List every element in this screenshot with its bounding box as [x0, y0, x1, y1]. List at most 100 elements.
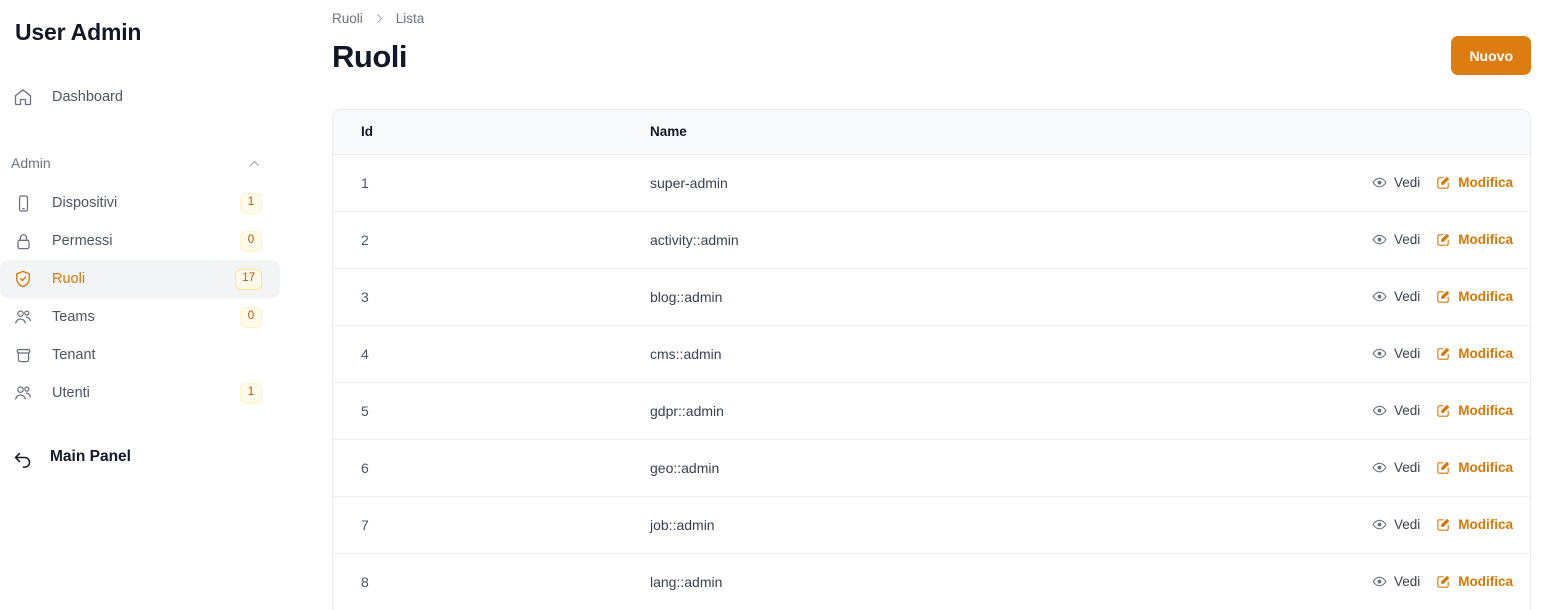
cell-actions: Vedi Modifica [1290, 154, 1530, 212]
view-action[interactable]: Vedi [1372, 232, 1420, 247]
breadcrumb-item-lista[interactable]: Lista [396, 11, 425, 26]
sidebar-section-admin[interactable]: Admin [0, 146, 280, 180]
cell-name: job::admin [650, 496, 1290, 554]
pencil-square-icon [1436, 403, 1451, 418]
edit-action[interactable]: Modifica [1436, 175, 1513, 190]
view-action[interactable]: Vedi [1372, 574, 1420, 589]
eye-icon [1372, 403, 1387, 418]
view-label: Vedi [1393, 574, 1421, 589]
row-actions: Vedi Modifica [1290, 346, 1513, 361]
view-label: Vedi [1393, 175, 1421, 190]
pencil-square-icon [1436, 346, 1451, 361]
cell-name: blog::admin [650, 268, 1290, 326]
table-row[interactable]: 3 blog::admin Vedi Modifica [333, 268, 1530, 326]
edit-action[interactable]: Modifica [1436, 574, 1513, 589]
cell-id: 5 [333, 382, 650, 440]
roles-table-card: Id Name 1 super-admin Vedi Modifica 2 ac… [332, 109, 1531, 610]
arrow-uturn-left-icon [11, 446, 33, 468]
edit-action[interactable]: Modifica [1436, 232, 1513, 247]
edit-action[interactable]: Modifica [1436, 460, 1513, 475]
view-action[interactable]: Vedi [1372, 517, 1420, 532]
cell-id: 6 [333, 439, 650, 497]
cell-name: super-admin [650, 154, 1290, 212]
edit-action[interactable]: Modifica [1436, 289, 1513, 304]
cell-name: gdpr::admin [650, 382, 1290, 440]
table-row[interactable]: 4 cms::admin Vedi Modifica [333, 325, 1530, 383]
table-row[interactable]: 8 lang::admin Vedi Modifica [333, 553, 1530, 610]
table-row[interactable]: 1 super-admin Vedi Modifica [333, 154, 1530, 212]
sidebar-item-badge: 0 [240, 306, 262, 328]
sidebar-item-dispositivi[interactable]: Dispositivi 1 [0, 184, 280, 222]
sidebar-item-label: Permessi [52, 233, 113, 249]
edit-action[interactable]: Modifica [1436, 403, 1513, 418]
app-brand-title: User Admin [15, 19, 142, 45]
sidebar-item-utenti[interactable]: Utenti 1 [0, 374, 280, 412]
cell-id: 1 [333, 154, 650, 212]
roles-table: Id Name 1 super-admin Vedi Modifica 2 ac… [333, 110, 1530, 610]
cell-name: lang::admin [650, 553, 1290, 610]
main-content: Ruoli Lista Ruoli Nuovo Id Name 1 super-… [332, 0, 1547, 610]
pencil-square-icon [1436, 517, 1451, 532]
edit-label: Modifica [1458, 574, 1513, 589]
view-label: Vedi [1393, 403, 1421, 418]
table-row[interactable]: 6 geo::admin Vedi Modifica [333, 439, 1530, 497]
sidebar-item-badge: 1 [240, 192, 262, 214]
sidebar-item-badge: 1 [240, 382, 262, 404]
main-panel-link[interactable]: Main Panel [0, 446, 332, 468]
view-label: Vedi [1393, 232, 1421, 247]
edit-label: Modifica [1458, 517, 1513, 532]
cell-actions: Vedi Modifica [1290, 382, 1530, 440]
sidebar-item-dashboard[interactable]: Dashboard [0, 78, 280, 116]
edit-label: Modifica [1458, 403, 1513, 418]
sidebar-item-permessi[interactable]: Permessi 0 [0, 222, 280, 260]
edit-label: Modifica [1458, 346, 1513, 361]
edit-action[interactable]: Modifica [1436, 517, 1513, 532]
archive-box-icon [11, 343, 35, 367]
edit-label: Modifica [1458, 232, 1513, 247]
view-label: Vedi [1393, 289, 1421, 304]
sidebar-top-nav: Dashboard [0, 78, 332, 116]
view-label: Vedi [1393, 517, 1421, 532]
sidebar-item-ruoli[interactable]: Ruoli 17 [0, 260, 280, 298]
view-action[interactable]: Vedi [1372, 346, 1420, 361]
home-icon [11, 85, 35, 109]
nuovo-button[interactable]: Nuovo [1451, 36, 1531, 75]
breadcrumb-item-ruoli[interactable]: Ruoli [332, 11, 363, 26]
eye-icon [1372, 460, 1387, 475]
sidebar-section-label: Admin [11, 155, 51, 171]
pencil-square-icon [1436, 574, 1451, 589]
view-action[interactable]: Vedi [1372, 403, 1420, 418]
cell-name: geo::admin [650, 439, 1290, 497]
edit-label: Modifica [1458, 460, 1513, 475]
sidebar-item-label: Dashboard [52, 89, 123, 105]
edit-action[interactable]: Modifica [1436, 346, 1513, 361]
main-panel-label: Main Panel [50, 448, 131, 465]
cell-actions: Vedi Modifica [1290, 553, 1530, 610]
sidebar-item-teams[interactable]: Teams 0 [0, 298, 280, 336]
cell-actions: Vedi Modifica [1290, 268, 1530, 326]
view-label: Vedi [1393, 460, 1421, 475]
sidebar-item-badge: 0 [240, 230, 262, 252]
table-row[interactable]: 2 activity::admin Vedi Modifica [333, 211, 1530, 269]
pencil-square-icon [1436, 175, 1451, 190]
lock-icon [11, 229, 35, 253]
sidebar-item-tenant[interactable]: Tenant [0, 336, 280, 374]
sidebar-item-badge: 17 [235, 268, 262, 290]
app-root: User Admin Dashboard Admin Dispositivi 1… [0, 0, 1547, 610]
sidebar-item-label: Teams [52, 309, 95, 325]
row-actions: Vedi Modifica [1290, 517, 1513, 532]
column-header-id: Id [333, 110, 650, 155]
row-actions: Vedi Modifica [1290, 232, 1513, 247]
view-action[interactable]: Vedi [1372, 175, 1420, 190]
table-row[interactable]: 5 gdpr::admin Vedi Modifica [333, 382, 1530, 440]
row-actions: Vedi Modifica [1290, 460, 1513, 475]
pencil-square-icon [1436, 460, 1451, 475]
view-action[interactable]: Vedi [1372, 460, 1420, 475]
cell-id: 7 [333, 496, 650, 554]
view-action[interactable]: Vedi [1372, 289, 1420, 304]
chevron-up-icon[interactable] [246, 155, 262, 171]
users-icon [11, 305, 35, 329]
row-actions: Vedi Modifica [1290, 175, 1513, 190]
table-row[interactable]: 7 job::admin Vedi Modifica [333, 496, 1530, 554]
edit-label: Modifica [1458, 289, 1513, 304]
